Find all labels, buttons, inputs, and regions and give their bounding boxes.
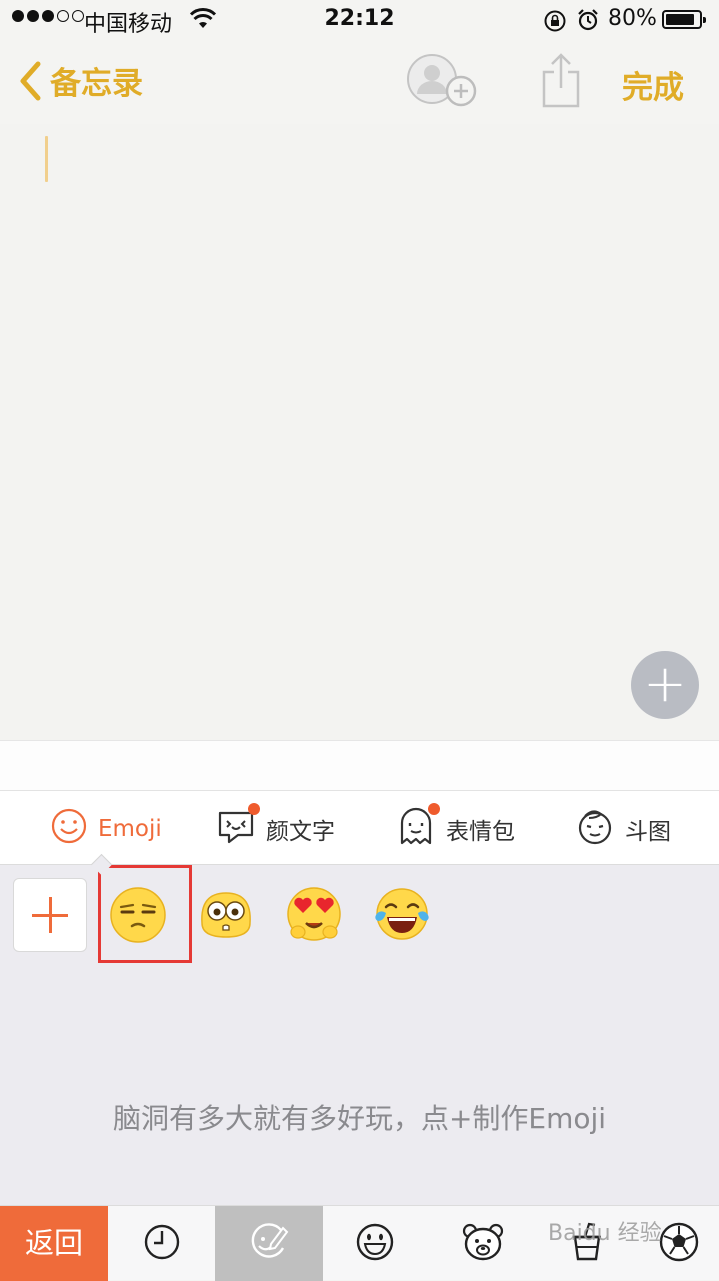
emoji-maker-button[interactable] xyxy=(215,1206,323,1281)
tab-label: 斗图 xyxy=(625,818,671,845)
add-person-icon[interactable] xyxy=(405,54,479,116)
soccer-icon xyxy=(658,1221,700,1267)
back-button[interactable]: 备忘录 xyxy=(18,58,143,103)
keyboard-accessory-bar xyxy=(0,740,719,791)
ghost-icon xyxy=(396,802,440,852)
smileys-category-button[interactable] xyxy=(323,1206,427,1281)
share-icon[interactable] xyxy=(540,52,582,114)
battery-icon xyxy=(662,10,706,29)
tab-kaomoji[interactable]: 颜文字 xyxy=(216,791,335,866)
create-emoji-button[interactable] xyxy=(13,878,87,952)
new-badge xyxy=(248,802,260,815)
emoji-tears-of-joy[interactable] xyxy=(372,885,432,945)
animals-category-button[interactable] xyxy=(431,1206,535,1281)
alarm-icon xyxy=(576,8,600,38)
clock-icon xyxy=(142,1222,182,1266)
tab-doutu[interactable]: 斗图 xyxy=(575,791,671,866)
tab-emoji[interactable]: Emoji xyxy=(50,791,162,866)
status-bar: 中国移动 22:12 80% xyxy=(0,0,719,40)
emoji-maker-icon xyxy=(247,1220,291,1268)
kaomoji-icon xyxy=(216,802,260,852)
return-button[interactable]: 返回 xyxy=(0,1206,108,1281)
smiley-icon xyxy=(50,807,88,851)
done-button[interactable]: 完成 xyxy=(622,62,684,107)
smile-icon xyxy=(354,1221,396,1267)
tab-stickers[interactable]: 表情包 xyxy=(396,791,515,866)
back-label: 备忘录 xyxy=(50,66,143,102)
selection-highlight xyxy=(98,865,192,963)
keyboard-category-tabs: Emoji 颜文字 表情包 斗图 xyxy=(0,790,719,865)
navigation-bar: 备忘录 完成 xyxy=(0,40,719,124)
battery-percentage: 80% xyxy=(608,6,657,31)
new-badge xyxy=(428,802,440,815)
text-caret xyxy=(45,136,48,182)
face-sticker-icon xyxy=(575,806,615,852)
tab-label: Emoji xyxy=(98,815,162,842)
tab-label: 表情包 xyxy=(446,818,515,845)
baidu-watermark: Baidu 经验 xyxy=(548,1221,662,1246)
rotation-lock-icon xyxy=(543,9,567,39)
emoji-flushed[interactable] xyxy=(196,885,256,945)
emoji-heart-eyes[interactable] xyxy=(284,885,344,945)
note-editor[interactable]: + xyxy=(0,124,719,740)
add-attachment-button[interactable]: + xyxy=(631,651,699,719)
emoji-panel: 脑洞有多大就有多好玩，点+制作Emoji xyxy=(0,865,719,1205)
bear-icon xyxy=(461,1221,505,1267)
tab-label: 颜文字 xyxy=(266,818,335,845)
recent-button[interactable] xyxy=(110,1206,214,1281)
chevron-left-icon xyxy=(18,61,42,101)
create-emoji-hint: 脑洞有多大就有多好玩，点+制作Emoji xyxy=(112,1102,607,1135)
